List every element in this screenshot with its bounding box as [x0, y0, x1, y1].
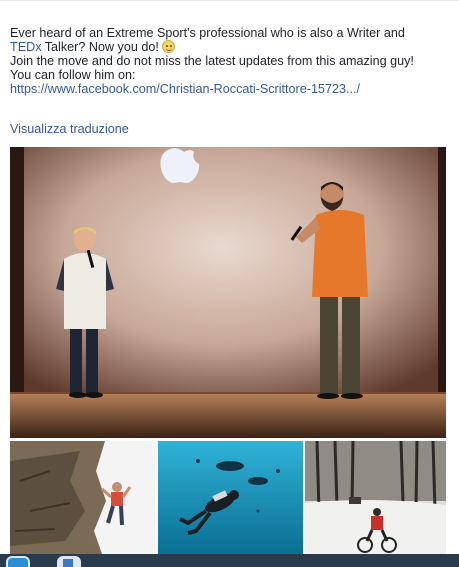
see-translation-link[interactable]: Visualizza traduzione [10, 122, 129, 136]
post-message: Ever heard of an Extreme Sport's profess… [10, 26, 450, 96]
app-icon[interactable] [57, 556, 81, 567]
post-line-2-text: Talker? Now you do! [41, 40, 163, 54]
post-line-2: TEDx Talker? Now you do! [10, 40, 450, 54]
post-line-4: You can follow him on: [10, 68, 136, 82]
snow-biking-photo[interactable] [305, 441, 446, 554]
scuba-diving-photo[interactable] [158, 441, 303, 554]
rock-climbing-photo[interactable] [10, 441, 156, 554]
post-line-1: Ever heard of an Extreme Sport's profess… [10, 26, 405, 40]
post-line-3: Join the move and do not miss the latest… [10, 54, 414, 68]
facebook-page-link[interactable]: https://www.facebook.com/Christian-Rocca… [10, 82, 450, 96]
stage-talk-photo[interactable] [10, 147, 446, 438]
browser-icon[interactable] [6, 556, 30, 567]
top-divider [0, 0, 459, 1]
smiley-emoji-icon [162, 40, 176, 53]
tedx-link[interactable]: TEDx [10, 40, 41, 54]
